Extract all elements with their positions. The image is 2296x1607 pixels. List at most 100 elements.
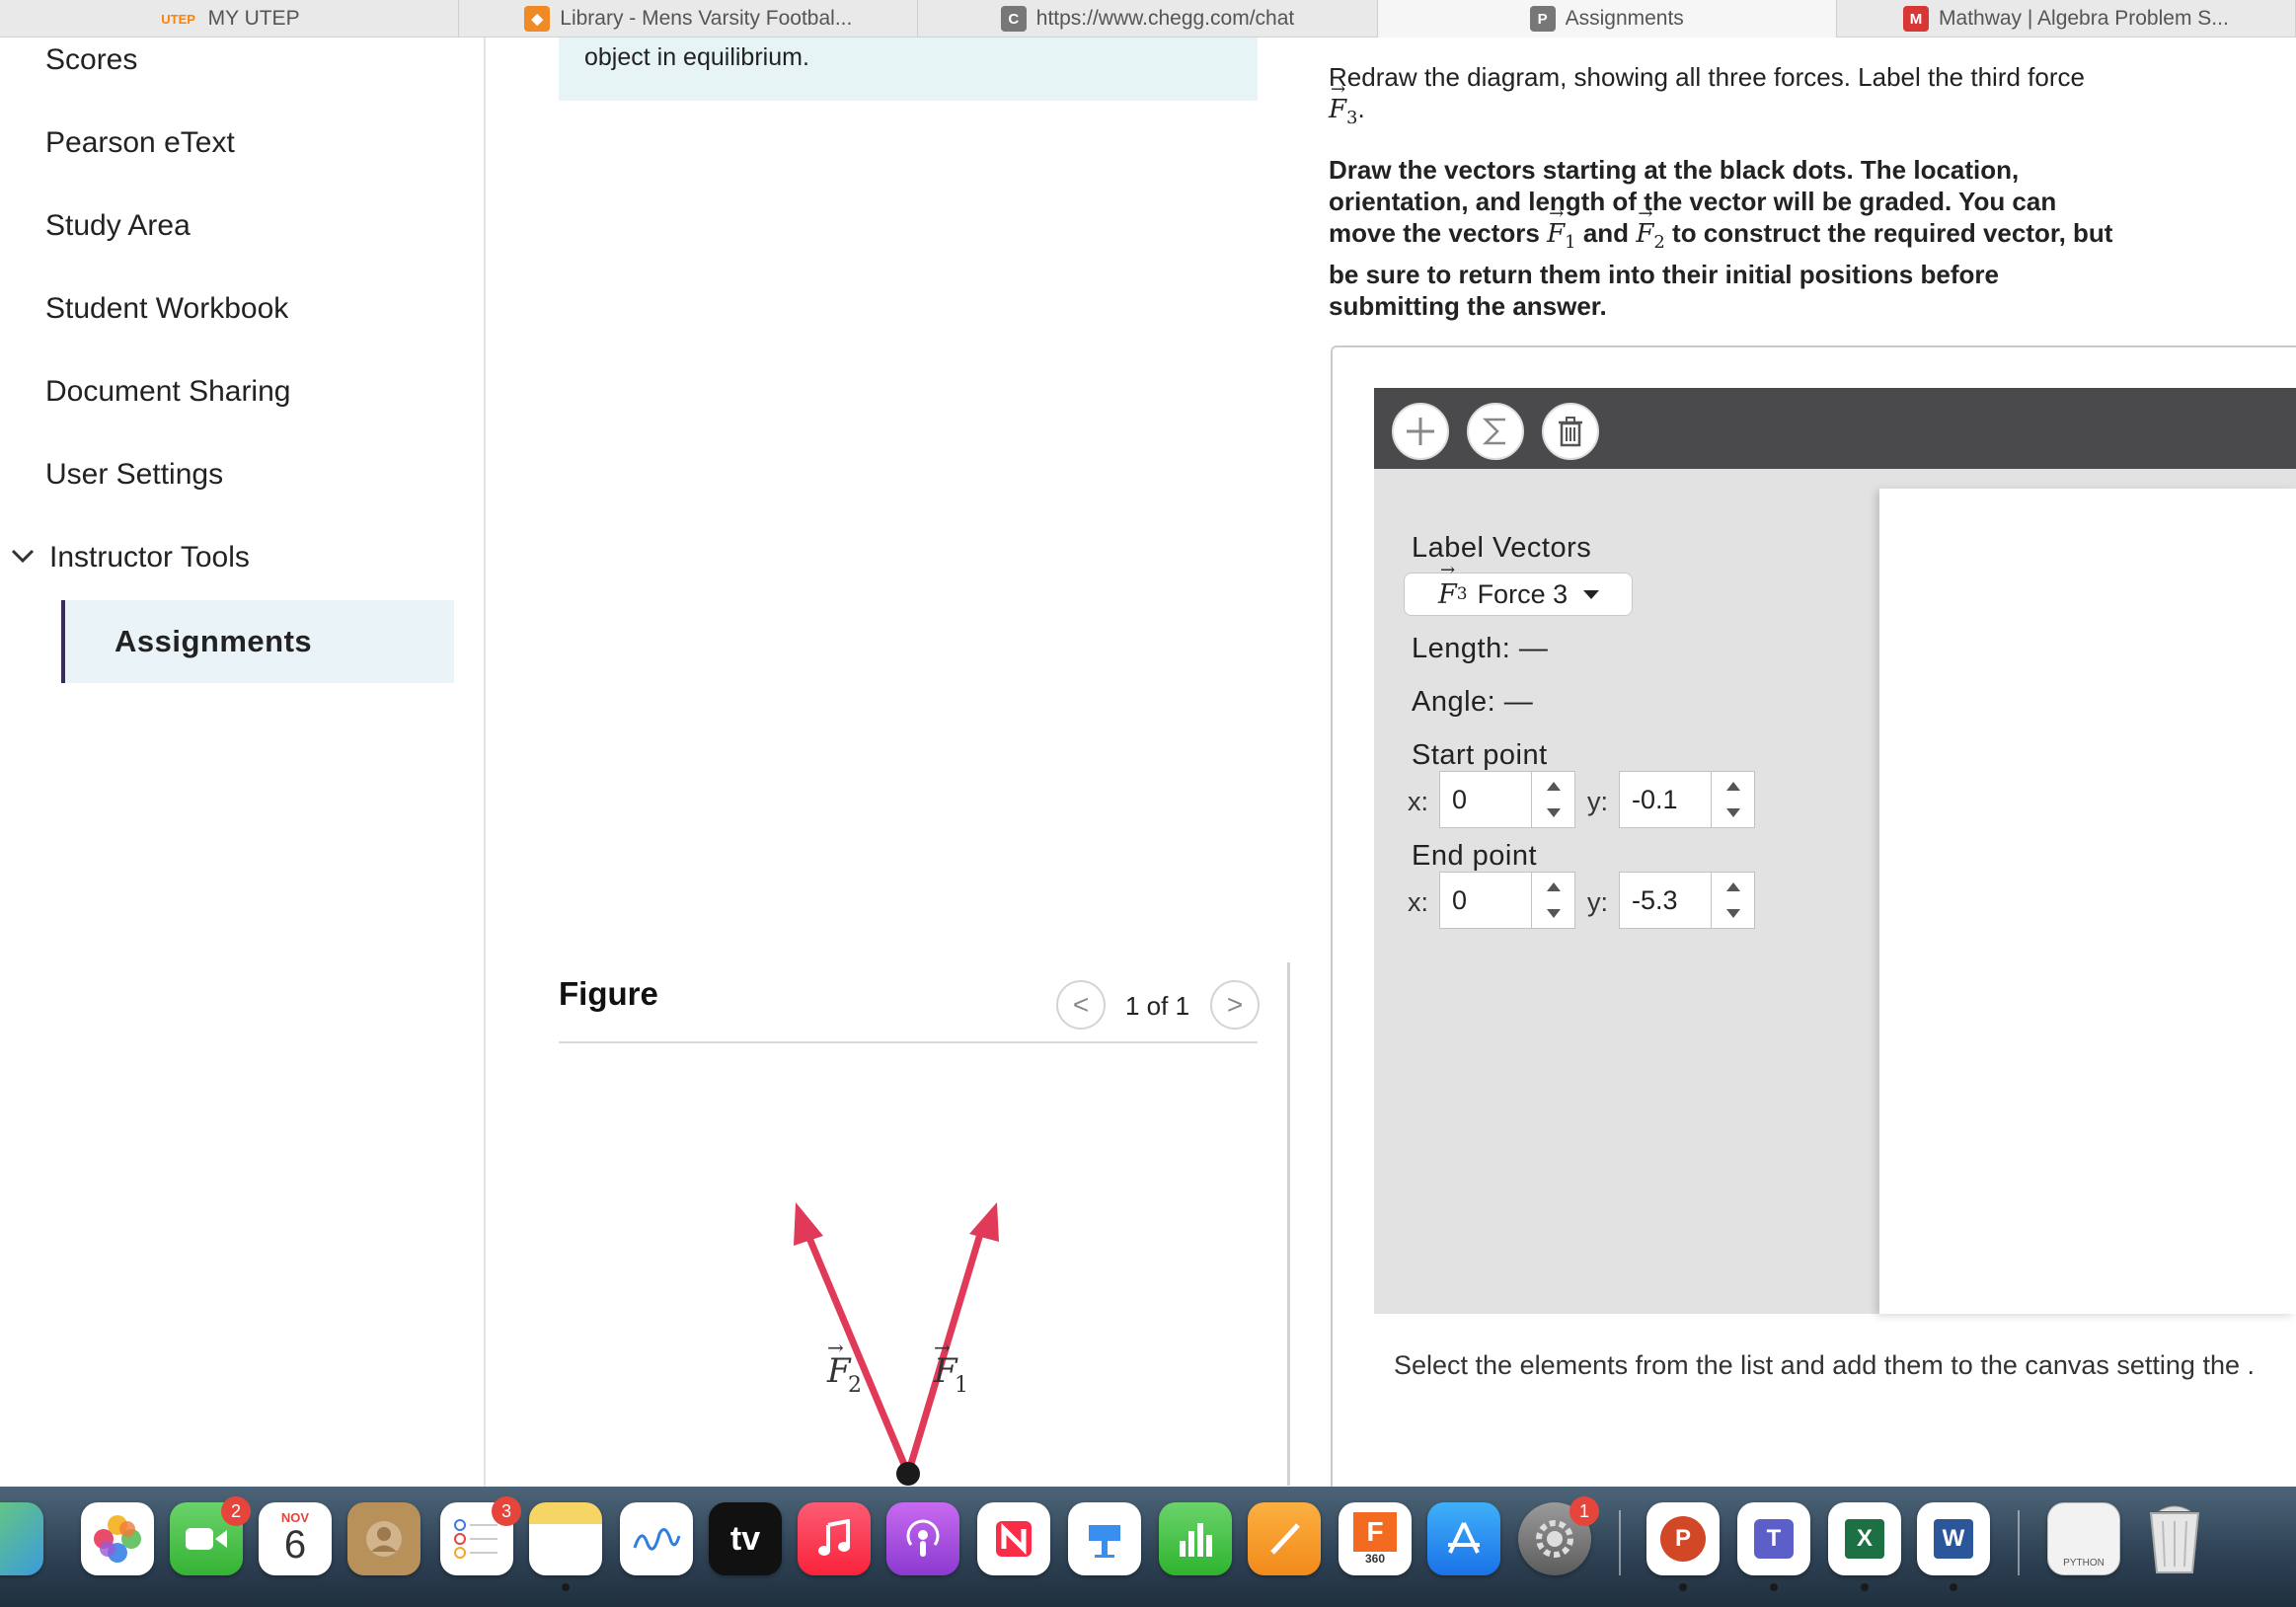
column-divider[interactable] — [1287, 962, 1290, 1486]
vector-label-dropdown[interactable]: F3 Force 3 — [1404, 560, 1633, 616]
start-y-stepper[interactable] — [1619, 771, 1755, 828]
excel-letter: X — [1845, 1519, 1884, 1559]
stepper-arrows[interactable] — [1531, 873, 1574, 928]
app-store-glyph-icon — [1448, 1522, 1480, 1554]
arrow-up-icon[interactable] — [1726, 782, 1740, 791]
figure-prev-button[interactable]: < — [1056, 980, 1106, 1030]
stepper-arrows[interactable] — [1531, 772, 1574, 827]
arrow-up-icon[interactable] — [1547, 882, 1561, 891]
dropdown-vector-subscript: 3 — [1456, 584, 1468, 604]
arrow-down-icon[interactable] — [1726, 909, 1740, 918]
start-x-stepper[interactable] — [1439, 771, 1575, 828]
start-x-label: x: — [1408, 787, 1429, 816]
numbers-app-icon[interactable] — [1159, 1502, 1232, 1575]
arrow-down-icon[interactable] — [1547, 808, 1561, 817]
photos-app-icon[interactable] — [81, 1502, 154, 1575]
vector-symbol-f1: F — [1547, 198, 1565, 250]
word-app-icon[interactable]: W — [1917, 1502, 1990, 1575]
tab-mathway[interactable]: M Mathway | Algebra Problem S... — [1837, 0, 2296, 38]
notes-app-icon[interactable] — [529, 1502, 602, 1575]
dock-separator — [2018, 1510, 2020, 1575]
vector-symbol-f2: F — [1636, 198, 1653, 250]
calendar-day: 6 — [283, 1522, 307, 1567]
music-app-icon[interactable] — [798, 1502, 871, 1575]
running-indicator — [1770, 1583, 1778, 1591]
tab-label: Assignments — [1565, 7, 1684, 30]
stepper-arrows[interactable] — [1711, 873, 1754, 928]
browser-tab-bar: UTEP MY UTEP ◆ Library - Mens Varsity Fo… — [0, 0, 2296, 38]
length-readout: Length: — — [1412, 633, 1548, 665]
sidebar-item-study-area[interactable]: Study Area — [45, 209, 191, 243]
pages-app-icon[interactable] — [1248, 1502, 1321, 1575]
tab-my-utep[interactable]: UTEP MY UTEP — [0, 0, 460, 38]
figure-divider — [559, 1041, 1258, 1043]
system-settings-app-icon[interactable]: 1 — [1518, 1496, 1599, 1575]
fusion-360-app-icon[interactable]: F 360 — [1339, 1502, 1412, 1575]
pencil-icon — [1270, 1523, 1300, 1555]
contacts-app-icon[interactable] — [347, 1502, 421, 1575]
utep-logo-icon: UTEP — [161, 11, 195, 27]
news-app-icon[interactable] — [977, 1502, 1050, 1575]
end-x-input[interactable] — [1440, 873, 1533, 928]
running-indicator — [1679, 1583, 1687, 1591]
sum-vectors-button[interactable] — [1467, 403, 1524, 460]
trash-app-icon[interactable] — [2138, 1502, 2211, 1575]
sidebar-item-user-settings[interactable]: User Settings — [45, 458, 223, 492]
sidebar-item-scores[interactable]: Scores — [45, 43, 137, 77]
dropdown-vector-name: Force 3 — [1477, 578, 1569, 609]
powerpoint-app-icon[interactable]: P — [1646, 1502, 1720, 1575]
stepper-arrows[interactable] — [1711, 772, 1754, 827]
chevron-down-icon[interactable] — [10, 543, 36, 569]
facetime-app-icon[interactable]: 2 — [170, 1496, 251, 1575]
arrow-up-icon[interactable] — [1547, 782, 1561, 791]
tab-label: https://www.chegg.com/chat — [1035, 7, 1295, 30]
end-point-heading: End point — [1412, 840, 1538, 872]
vector-label-f2-subscript: 2 — [848, 1373, 862, 1398]
freeform-app-icon[interactable] — [620, 1502, 693, 1575]
mathway-icon: M — [1903, 6, 1930, 32]
podcast-icon — [906, 1519, 940, 1557]
podcasts-app-icon[interactable] — [886, 1502, 959, 1575]
vector-arrow-f1: → — [934, 1336, 951, 1359]
start-y-label: y: — [1587, 787, 1609, 816]
trash-bin-icon — [2149, 1505, 2200, 1573]
arrow-down-icon[interactable] — [1547, 909, 1561, 918]
sidebar-item-pearson-etext[interactable]: Pearson eText — [45, 126, 235, 160]
video-camera-icon — [186, 1528, 227, 1550]
tab-assignments[interactable]: P Assignments — [1377, 0, 1837, 38]
sidebar-item-document-sharing[interactable]: Document Sharing — [45, 375, 290, 409]
teams-app-icon[interactable]: T — [1737, 1502, 1810, 1575]
reminders-badge: 3 — [492, 1496, 521, 1526]
end-x-stepper[interactable] — [1439, 872, 1575, 929]
drawing-canvas[interactable] — [1879, 489, 2296, 1314]
apple-tv-app-icon[interactable]: tv — [709, 1502, 782, 1575]
running-indicator — [1950, 1583, 1957, 1591]
python-document-icon[interactable]: PYTHON — [2047, 1502, 2120, 1575]
excel-app-icon[interactable]: X — [1828, 1502, 1901, 1575]
tab-library[interactable]: ◆ Library - Mens Varsity Footbal... — [459, 0, 919, 38]
keynote-app-icon[interactable] — [1068, 1502, 1141, 1575]
sidebar-section-instructor-tools[interactable]: Instructor Tools — [49, 541, 250, 574]
teams-letter: T — [1754, 1519, 1794, 1559]
add-vector-button[interactable] — [1392, 403, 1449, 460]
arrow-down-icon[interactable] — [1726, 808, 1740, 817]
figure-next-button[interactable]: > — [1210, 980, 1260, 1030]
calendar-app-icon[interactable]: NOV 6 — [259, 1502, 332, 1575]
instruction-period: . — [1357, 94, 1365, 123]
sidebar-item-assignments[interactable]: Assignments — [61, 600, 454, 683]
label-vectors-heading: Label Vectors — [1412, 532, 1592, 564]
app-store-icon[interactable] — [1427, 1502, 1500, 1575]
end-y-stepper[interactable] — [1619, 872, 1755, 929]
start-y-input[interactable] — [1620, 772, 1713, 827]
drawing-canvas-area — [1868, 469, 2296, 1314]
start-x-input[interactable] — [1440, 772, 1533, 827]
powerpoint-letter: P — [1660, 1516, 1706, 1562]
end-y-input[interactable] — [1620, 873, 1713, 928]
running-indicator — [562, 1583, 570, 1591]
tab-chegg[interactable]: C https://www.chegg.com/chat — [918, 0, 1378, 38]
delete-vector-button[interactable] — [1542, 403, 1599, 460]
arrow-up-icon[interactable] — [1726, 882, 1740, 891]
maps-app-icon[interactable] — [0, 1502, 43, 1575]
sidebar-item-student-workbook[interactable]: Student Workbook — [45, 292, 288, 326]
reminders-app-icon[interactable]: 3 — [440, 1496, 521, 1575]
